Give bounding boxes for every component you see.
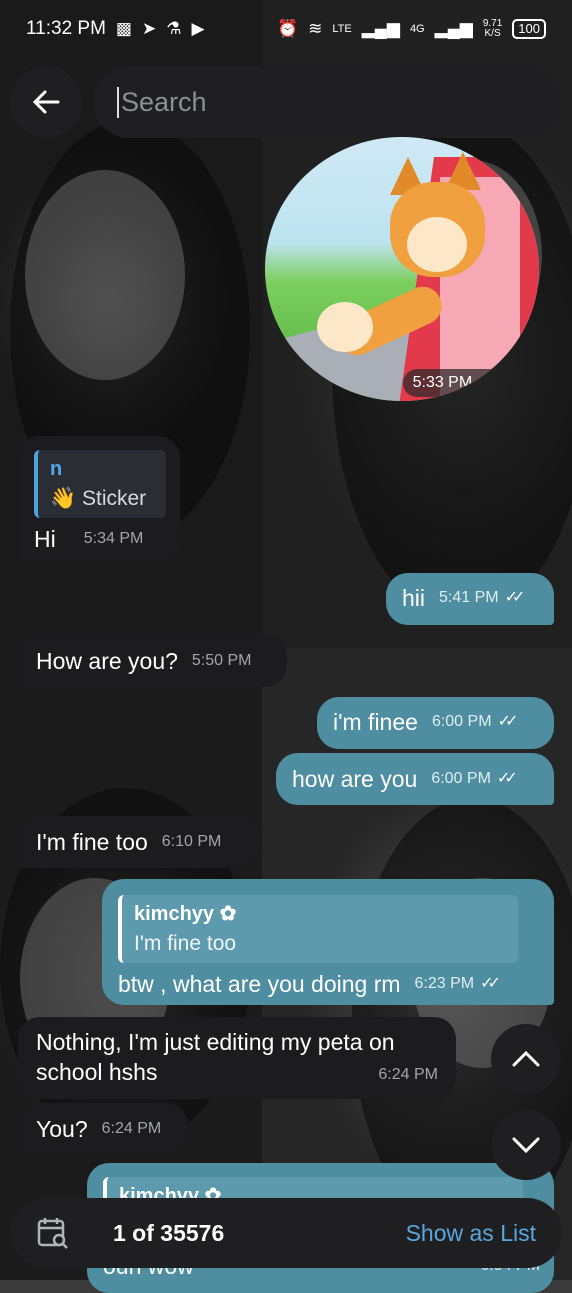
message-time: 6:24 PM	[378, 1066, 438, 1083]
signal-icon: ▂▄▆	[434, 19, 473, 38]
message-text: hii	[402, 585, 426, 611]
message-bubble[interactable]: n 👋 Sticker Hi 5:34 PM	[18, 436, 180, 562]
message-time: 6:10 PM	[161, 833, 222, 850]
scroll-down-button[interactable]	[491, 1110, 561, 1180]
wifi-icon: ≋	[308, 19, 323, 38]
message-time: 5:34 PM	[83, 530, 144, 547]
double-check-icon: ✓✓	[480, 975, 501, 992]
reply-sender: n	[50, 458, 63, 480]
double-check-icon: ✓✓	[496, 770, 518, 787]
message-bubble[interactable]: You? 6:24 PM	[18, 1103, 188, 1155]
message-time: 6:24 PM	[101, 1120, 162, 1137]
search-results-bar: 1 of 35576 Show as List	[11, 1198, 562, 1268]
network-speed: 9.71 K/S	[483, 19, 502, 39]
youtube-notification-icon: ▶	[191, 19, 205, 38]
sticker-timestamp: 5:33 PM ✓✓	[402, 369, 509, 397]
signal-icon: ▂▄▆	[361, 19, 400, 38]
message-time: 6:00 PM	[431, 770, 491, 787]
status-time: 11:32 PM	[26, 18, 106, 39]
reply-text: 👋 Sticker	[50, 487, 147, 510]
message-text: How are you?	[36, 648, 178, 674]
double-check-icon: ✓✓	[504, 589, 526, 606]
shiba-sticker[interactable]: 5:33 PM ✓✓	[265, 137, 539, 401]
back-button[interactable]	[10, 66, 82, 138]
lte-label: LTE	[332, 23, 352, 35]
reply-sender: kimchyy ✿	[134, 903, 237, 925]
reply-preview[interactable]: n 👋 Sticker	[34, 450, 166, 518]
message-text: You?	[36, 1116, 88, 1142]
double-check-icon: ✓✓	[497, 713, 519, 730]
show-as-list-button[interactable]: Show as List	[406, 1220, 536, 1247]
speed-unit: K/S	[484, 28, 501, 39]
flask-notification-icon: ⚗	[166, 19, 182, 38]
message-bubble[interactable]: hii 5:41 PM ✓✓	[386, 573, 554, 625]
message-text: I'm fine too	[36, 829, 148, 855]
message-text: btw , what are you doing rm	[118, 971, 401, 997]
calendar-search-icon[interactable]	[37, 1216, 69, 1250]
message-time: 5:41 PM	[439, 589, 499, 606]
alarm-icon: ⏰	[276, 19, 299, 38]
telegram-notification-icon: ➤	[141, 19, 157, 38]
message-time: 5:50 PM	[191, 652, 252, 669]
message-bubble[interactable]: I'm fine too 6:10 PM	[18, 816, 260, 868]
chevron-down-icon	[512, 1137, 540, 1154]
message-bubble[interactable]: How are you? 5:50 PM	[18, 635, 287, 687]
message-time: 6:00 PM	[431, 713, 492, 730]
message-bubble[interactable]: Nothing, I'm just editing my peta on sch…	[18, 1017, 456, 1099]
search-bar[interactable]	[93, 66, 562, 138]
message-text: how are you	[292, 766, 418, 792]
reply-text: I'm fine too	[134, 932, 237, 955]
message-bubble[interactable]: kimchyy ✿ I'm fine too btw , what are yo…	[102, 879, 554, 1005]
battery-indicator: 100	[512, 19, 546, 39]
status-bar: 11:32 PM ▩ ➤ ⚗ ▶ ⏰ ≋ LTE ▂▄▆ 4G ▂▄▆ 9.71…	[0, 0, 572, 58]
result-count: 1 of 35576	[113, 1219, 225, 1246]
message-bubble[interactable]: how are you 6:00 PM ✓✓	[276, 753, 554, 805]
message-time: 6:23 PM	[414, 975, 475, 992]
reply-preview[interactable]: kimchyy ✿ I'm fine too	[118, 895, 518, 963]
arrow-left-icon	[32, 90, 60, 114]
double-check-icon: ✓✓	[484, 375, 505, 392]
4g-label: 4G	[409, 23, 425, 35]
message-bubble[interactable]: i'm finee 6:00 PM ✓✓	[317, 697, 554, 749]
message-text: Hi	[34, 526, 56, 552]
chevron-up-icon	[512, 1050, 540, 1067]
message-text: i'm finee	[333, 709, 418, 735]
search-input[interactable]	[117, 86, 521, 118]
messenger-notification-icon: ▩	[115, 19, 132, 38]
scroll-up-button[interactable]	[491, 1024, 561, 1094]
